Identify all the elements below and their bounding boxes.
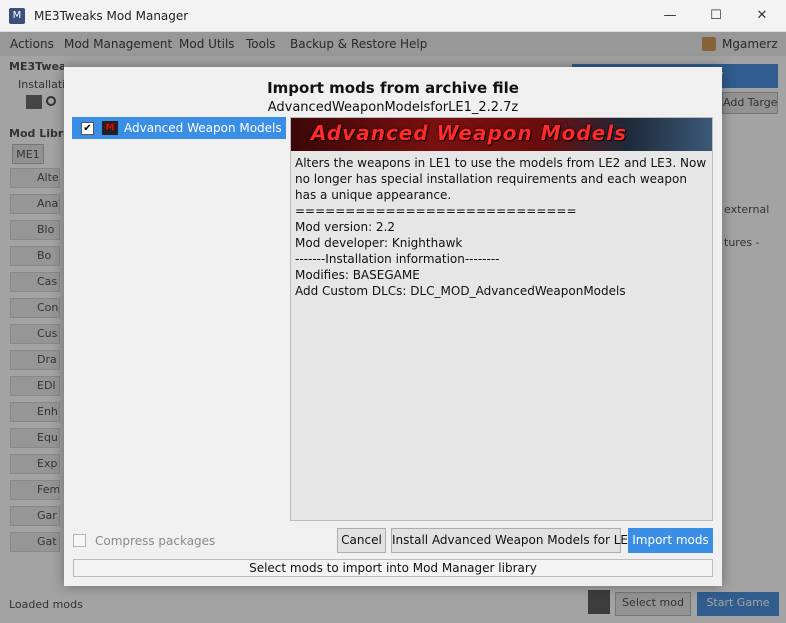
mod-select-checkbox[interactable]: ✔	[81, 122, 94, 135]
mod-icon: M	[102, 121, 118, 135]
app-logo-icon: M	[9, 8, 25, 24]
window-title: ME3Tweaks Mod Manager	[34, 9, 189, 23]
close-button[interactable]: ✕	[739, 0, 785, 32]
compress-packages-label[interactable]: Compress packages	[95, 534, 215, 548]
description-line: -------Installation information--------	[295, 252, 500, 266]
archive-name: AdvancedWeaponModelsforLE1_2.2.7z	[267, 100, 519, 115]
description-line: Add Custom DLCs: DLC_MOD_AdvancedWeaponM…	[295, 284, 626, 298]
minimize-button[interactable]: —	[647, 0, 693, 32]
mod-list-item[interactable]: ✔ M Advanced Weapon Models for LE1	[72, 117, 286, 139]
mod-list-item-label: Advanced Weapon Models for LE1	[124, 121, 286, 135]
mod-list: ✔ M Advanced Weapon Models for LE1	[72, 115, 286, 567]
description-line: Modifies: BASEGAME	[295, 268, 420, 282]
maximize-button[interactable]: ☐	[693, 0, 739, 32]
description-line: Mod version: 2.2	[295, 220, 396, 234]
banner-text: Advanced Weapon Models	[311, 121, 628, 145]
description-line: Mod developer: Knighthawk	[295, 236, 463, 250]
description-line: Alters the weapons in LE1 to use the mod…	[295, 156, 710, 202]
compress-packages-checkbox[interactable]	[73, 534, 86, 547]
dialog-title: Import mods from archive file	[267, 79, 519, 97]
mod-description: Alters the weapons in LE1 to use the mod…	[295, 155, 709, 299]
mod-banner-image: Advanced Weapon Models	[291, 118, 712, 151]
description-line: ============================	[295, 204, 577, 218]
mod-details-panel: Advanced Weapon Models Alters the weapon…	[290, 117, 713, 521]
install-mod-button[interactable]: Install Advanced Weapon Models for LE1	[391, 528, 636, 553]
status-bar: Select mods to import into Mod Manager l…	[73, 559, 713, 577]
import-dialog: Import mods from archive file AdvancedWe…	[64, 67, 722, 586]
cancel-button[interactable]: Cancel	[337, 528, 386, 553]
import-mods-button[interactable]: Import mods	[628, 528, 713, 553]
